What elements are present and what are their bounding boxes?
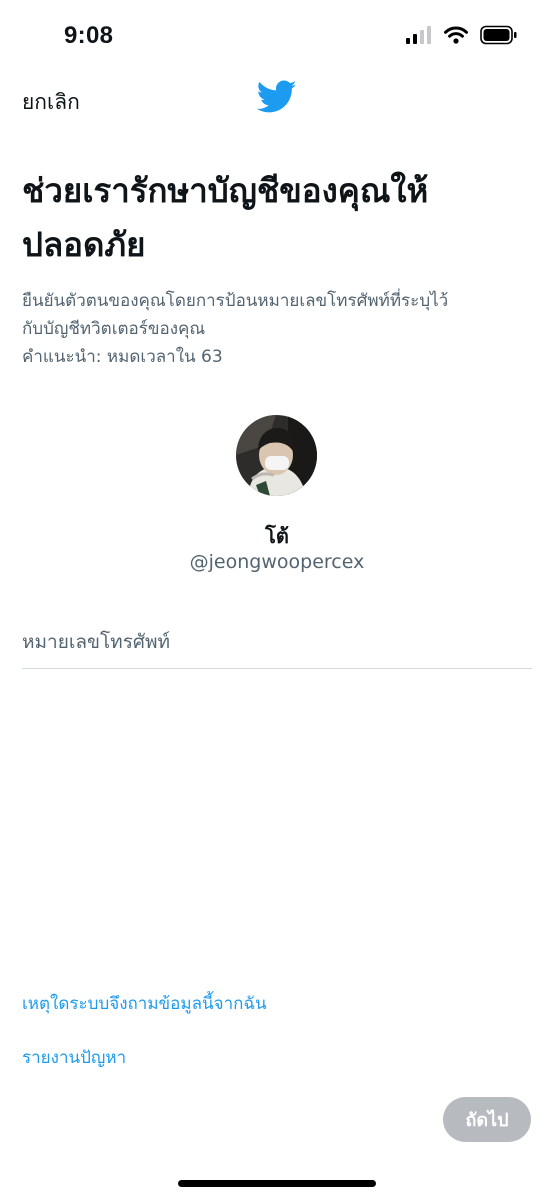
avatar bbox=[236, 415, 317, 496]
description-line: ยืนยันตัวตนของคุณโดยการป้อนหมายเลขโทรศัพ… bbox=[22, 291, 449, 311]
twitter-bird-icon bbox=[257, 80, 297, 113]
status-time: 9:08 bbox=[64, 22, 114, 49]
next-button[interactable]: ถัดไป bbox=[443, 1097, 531, 1142]
home-indicator bbox=[178, 1180, 376, 1187]
status-bar: 9:08 bbox=[0, 0, 554, 72]
description-line: กับบัญชีทวิตเตอร์ของคุณ bbox=[22, 319, 206, 339]
status-icons bbox=[406, 25, 518, 45]
battery-icon bbox=[480, 25, 517, 45]
hint-line: คำแนะนำ: หมดเวลาใน 63 bbox=[22, 347, 223, 367]
user-handle: @jeongwoopercex bbox=[189, 551, 365, 573]
report-problem-link[interactable]: รายงานปัญหา bbox=[22, 1044, 126, 1071]
why-asked-link[interactable]: เหตุใดระบบจึงถามข้อมูลนี้จากฉัน bbox=[22, 990, 267, 1017]
top-nav: ยกเลิก bbox=[0, 72, 554, 128]
description: ยืนยันตัวตนของคุณโดยการป้อนหมายเลขโทรศัพ… bbox=[22, 287, 542, 371]
phone-number-input[interactable] bbox=[22, 616, 532, 669]
display-name: โต้ bbox=[265, 524, 289, 548]
page-title: ช่วยเรารักษาบัญชีของคุณให้ปลอดภัย bbox=[22, 171, 429, 264]
wifi-icon bbox=[444, 26, 468, 44]
cellular-signal-icon bbox=[406, 26, 431, 44]
cancel-button[interactable]: ยกเลิก bbox=[22, 86, 80, 119]
